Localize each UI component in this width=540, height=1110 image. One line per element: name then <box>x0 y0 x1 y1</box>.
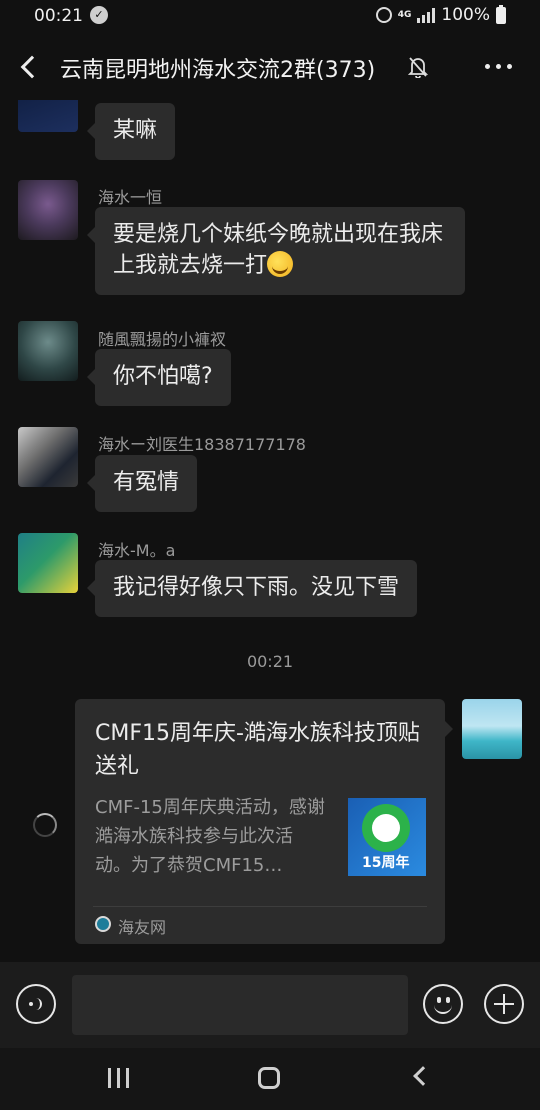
message-bubble[interactable]: 你不怕噶? <box>87 349 231 406</box>
message-bubble[interactable]: 有冤情 <box>86 455 198 512</box>
voice-input-button[interactable] <box>16 984 56 1024</box>
avatar[interactable] <box>18 427 78 487</box>
message-text: 有冤情 <box>113 470 180 495</box>
status-bar: 00:21 ✓ 4G 100% <box>0 0 540 34</box>
battery-level: 100% <box>441 5 490 25</box>
sender-name: 海水-M。a <box>98 541 176 560</box>
link-card[interactable]: CMF15周年庆-澔海水族科技顶贴送礼 CMF-15周年庆典活动，感谢澔海水族科… <box>75 699 453 944</box>
timestamp: 00:21 <box>246 652 294 671</box>
sender-name: 随風飄揚的小褲衩 <box>98 330 227 349</box>
sender-name: 海水一恒 <box>98 188 163 207</box>
mute-bell-icon <box>408 57 428 78</box>
alarm-icon <box>375 7 392 23</box>
system-nav-bar <box>0 1048 540 1110</box>
system-back-button[interactable] <box>413 1066 433 1086</box>
source-logo-icon <box>95 916 111 932</box>
message-bubble[interactable]: 我记得好像只下雨。没见下雪 <box>86 560 418 617</box>
thumbnail-label: 15周年 <box>362 855 410 871</box>
message-text: 你不怕噶? <box>113 364 213 389</box>
message-bubble[interactable]: 要是烧几个妹纸今晚就出现在我床上我就去烧一打 <box>87 207 465 295</box>
chat-message-list[interactable]: 某嘛 海水一恒 要是烧几个妹纸今晚就出现在我床上我就去烧一打 随風飄揚的小褲衩 … <box>0 100 540 962</box>
notification-icon: ✓ <box>90 6 108 24</box>
link-card-thumbnail: 15周年 <box>348 798 426 876</box>
sending-spinner-icon <box>33 813 57 837</box>
chat-header: 云南昆明地州海水交流2群(373) <box>0 34 540 100</box>
message-text: 某嘛 <box>113 118 158 143</box>
emoji-button[interactable] <box>423 984 463 1024</box>
status-time: 00:21 <box>34 6 83 26</box>
home-button[interactable] <box>258 1067 280 1089</box>
sender-name: 海水ー刘医生18387177178 <box>98 435 306 454</box>
status-indicators: 4G 100% <box>375 4 506 25</box>
avatar[interactable] <box>18 100 78 132</box>
more-functions-button[interactable] <box>484 984 524 1024</box>
input-bar <box>0 962 540 1048</box>
link-card-source: 海友网 <box>118 918 167 937</box>
divider <box>93 906 427 907</box>
message-input[interactable] <box>72 975 408 1035</box>
message-bubble[interactable]: 某嘛 <box>86 103 176 160</box>
link-card-title: CMF15周年庆-澔海水族科技顶贴送礼 <box>95 721 420 779</box>
chevron-left-icon <box>20 55 44 79</box>
message-text: 我记得好像只下雨。没见下雪 <box>113 575 400 600</box>
own-avatar[interactable] <box>462 699 522 759</box>
back-button[interactable] <box>14 50 44 84</box>
avatar[interactable] <box>18 321 78 381</box>
laughing-emoji-icon <box>267 250 294 277</box>
network-type: 4G <box>397 10 412 20</box>
battery-icon <box>496 4 506 24</box>
recent-apps-button[interactable] <box>108 1068 129 1088</box>
avatar[interactable] <box>18 533 78 593</box>
link-card-description: CMF-15周年庆典活动，感谢澔海水族科技参与此次活动。为了恭贺CMF15… <box>95 797 325 876</box>
chat-title: 云南昆明地州海水交流2群(373) <box>60 58 376 83</box>
more-options-button[interactable] <box>485 64 512 69</box>
signal-icon <box>417 7 436 23</box>
avatar[interactable] <box>18 180 78 240</box>
